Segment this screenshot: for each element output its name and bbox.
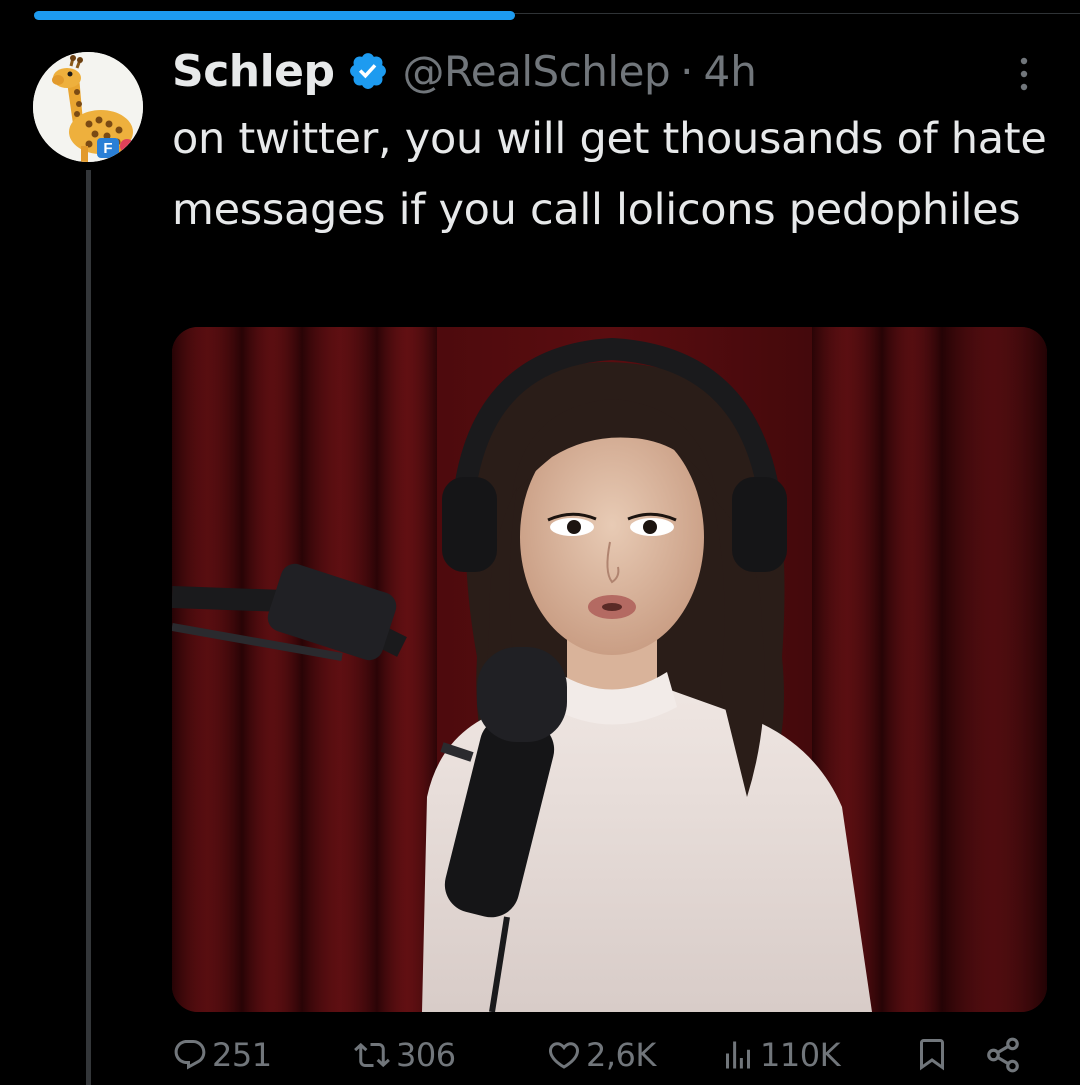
repost-count: 306 xyxy=(396,1036,456,1074)
tweet-header: Schlep @RealSchlep · 4h xyxy=(172,40,757,102)
photo-woman-headphones-microphone-icon xyxy=(172,327,1047,1012)
handle[interactable]: @RealSchlep xyxy=(403,47,671,96)
progress-bar xyxy=(34,11,515,20)
tweet-text: on twitter, you will get thousands of ha… xyxy=(172,114,1047,235)
reply-count: 251 xyxy=(212,1036,272,1074)
repost-icon xyxy=(354,1042,390,1068)
display-name[interactable]: Schlep xyxy=(172,46,335,97)
verified-badge-icon[interactable] xyxy=(347,50,389,92)
repost-button[interactable]: 306 xyxy=(352,1036,456,1074)
tweet-actions: 251 306 2,6K 110K xyxy=(172,1030,1042,1085)
separator: · xyxy=(680,46,694,96)
views-button[interactable]: 110K xyxy=(720,1036,841,1074)
like-button[interactable]: 2,6K xyxy=(546,1036,656,1074)
tweet-media-photo[interactable] xyxy=(172,327,1047,1012)
thread-line xyxy=(86,170,91,1085)
more-vertical-icon xyxy=(1020,57,1028,91)
more-options-button[interactable] xyxy=(1006,52,1042,96)
like-count: 2,6K xyxy=(586,1036,656,1074)
svg-text:F: F xyxy=(103,140,112,157)
tweet-detail-page: F Schlep @RealSchlep · 4h on twitter, yo… xyxy=(0,0,1080,1085)
bookmark-button[interactable] xyxy=(914,1036,954,1072)
timestamp[interactable]: 4h xyxy=(703,47,756,96)
bookmark-icon xyxy=(920,1039,944,1071)
giraffe-avatar-icon: F xyxy=(33,52,143,162)
reply-icon xyxy=(174,1040,206,1070)
views-icon xyxy=(726,1041,750,1069)
reply-button[interactable]: 251 xyxy=(172,1036,272,1074)
like-icon xyxy=(548,1042,580,1069)
share-button[interactable] xyxy=(984,1036,1026,1074)
avatar[interactable]: F xyxy=(33,52,143,162)
views-count: 110K xyxy=(760,1036,841,1074)
share-icon xyxy=(987,1037,1019,1073)
